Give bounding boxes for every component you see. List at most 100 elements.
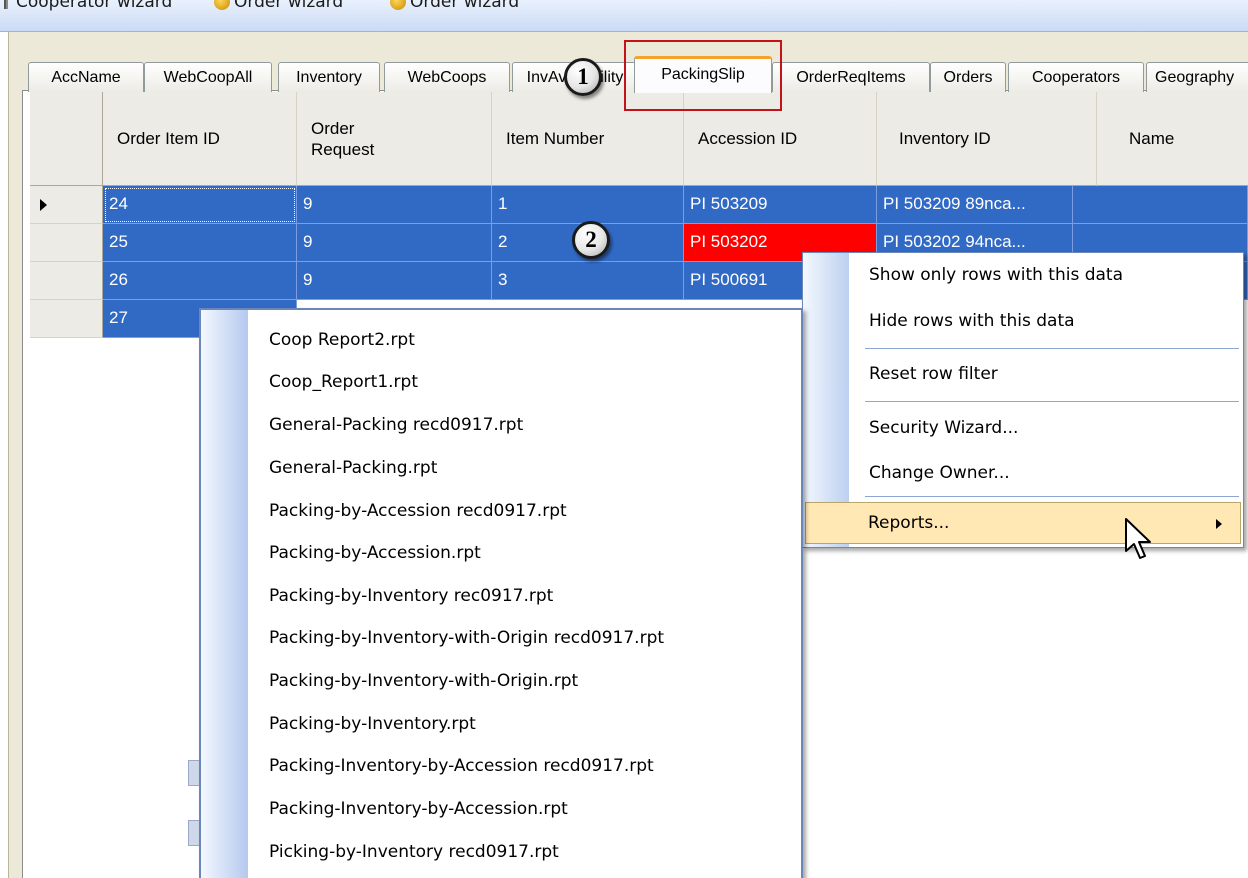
report-item[interactable]: Packing-by-Inventory-with-Origin.rpt (201, 661, 801, 703)
tab-label: WebCoopAll (163, 69, 253, 86)
document-icon (4, 0, 8, 9)
column-header-label: Item Number (506, 129, 605, 148)
table-row[interactable]: 24 9 1 PI 503209 PI 503209 89nca... (30, 186, 1248, 224)
tab-label: Geography (1155, 69, 1235, 86)
cooperator-wizard-label: Cooperator wizard (16, 0, 173, 12)
report-item[interactable]: Packing-Inventory-by-Accession recd0917.… (201, 746, 801, 788)
report-item[interactable]: Packing-by-Accession recd0917.rpt (201, 491, 801, 533)
menu-item-reset-row-filter[interactable]: Reset row filter (803, 354, 1243, 396)
column-header-name[interactable]: Name (1097, 92, 1248, 186)
tab-webcoops[interactable]: WebCoops (384, 62, 510, 92)
column-header-order-item-id[interactable]: Order Item ID (103, 92, 297, 186)
report-item-label: Coop_Report1.rpt (269, 372, 418, 392)
order-wizard-button-1[interactable]: Order wizard (214, 0, 343, 12)
order-wizard-label: Order wizard (234, 0, 344, 12)
grid-cell[interactable]: 9 (297, 224, 492, 262)
menu-item-label: Show only rows with this data (869, 265, 1124, 285)
menu-item-change-owner[interactable]: Change Owner... (803, 453, 1243, 495)
menu-item-label: Change Owner... (869, 463, 1010, 483)
menu-separator (865, 496, 1239, 497)
grid-cell[interactable]: 9 (297, 186, 492, 224)
current-row-arrow-icon (40, 199, 47, 211)
menu-item-reports[interactable]: Reports... (805, 502, 1241, 544)
tab-orderreqitems[interactable]: OrderReqItems (772, 62, 930, 92)
menu-item-show-only-rows[interactable]: Show only rows with this data (803, 255, 1243, 297)
submenu-arrow-icon (1216, 519, 1222, 529)
column-header-order-request[interactable]: Order Request (297, 92, 492, 186)
toolbar: Cooperator wizard Order wizard Order wiz… (0, 0, 1248, 32)
report-item[interactable]: General-Packing recd0917.rpt (201, 405, 801, 447)
menu-item-hide-rows[interactable]: Hide rows with this data (803, 301, 1243, 343)
reports-submenu: Coop Report2.rpt Coop_Report1.rpt Genera… (199, 308, 803, 878)
tab-label: OrderReqItems (796, 69, 906, 86)
report-item[interactable]: Packing-by-Inventory rec0917.rpt (201, 576, 801, 618)
tab-webcoopall[interactable]: WebCoopAll (144, 62, 272, 92)
report-item-label: Coop Report2.rpt (269, 330, 415, 350)
column-header-label: Accession ID (698, 129, 798, 148)
column-header-inventory-id[interactable]: Inventory ID (877, 92, 1097, 186)
report-item-label: General-Packing.rpt (269, 458, 438, 478)
report-item[interactable]: Packing-by-Inventory.rpt (201, 704, 801, 746)
menu-separator (865, 401, 1239, 402)
tab-label: Orders (943, 69, 993, 86)
callout-highlight-box (624, 40, 782, 111)
report-item-label: Picking-by-Inventory recd0917.rpt (269, 842, 559, 862)
report-item-label: Packing-by-Inventory-with-Origin recd091… (269, 628, 665, 648)
report-item-label: General-Packing recd0917.rpt (269, 415, 524, 435)
menu-item-label: Reset row filter (869, 364, 998, 384)
wizard-icon (214, 0, 230, 10)
row-header[interactable] (30, 186, 103, 224)
mouse-pointer-icon (1125, 518, 1151, 559)
order-wizard-label: Order wizard (410, 0, 520, 12)
order-wizard-button-2[interactable]: Order wizard (390, 0, 519, 12)
report-item[interactable]: Coop_Report1.rpt (201, 362, 801, 404)
grid-cell[interactable]: 9 (297, 262, 492, 300)
column-header-label: Inventory ID (899, 129, 991, 148)
tab-inventory[interactable]: Inventory (278, 62, 380, 92)
menu-separator (865, 348, 1239, 349)
report-item-label: Packing-by-Accession recd0917.rpt (269, 501, 567, 521)
tab-label: AccName (51, 69, 121, 86)
report-item-label: Packing-by-Inventory rec0917.rpt (269, 586, 554, 606)
report-item[interactable]: Packing-by-Accession.rpt (201, 533, 801, 575)
report-item-label: Packing-by-Inventory.rpt (269, 714, 476, 734)
report-item[interactable]: Picking-by-Inventory recd0917.rpt (201, 832, 801, 874)
tab-label: Cooperators (1031, 69, 1121, 86)
grid-cell[interactable]: PI 503209 89nca... (877, 186, 1073, 224)
tab-orders[interactable]: Orders (930, 62, 1006, 92)
report-item-label: Packing-by-Accession.rpt (269, 543, 481, 563)
tab-label: WebCoops (407, 69, 487, 86)
menu-item-label: Hide rows with this data (869, 311, 1075, 331)
report-item[interactable]: Packing-by-Inventory-with-Origin recd091… (201, 618, 801, 660)
grid-cell[interactable]: 1 (492, 186, 684, 224)
tab-cooperators[interactable]: Cooperators (1008, 62, 1144, 92)
context-menu: Show only rows with this data Hide rows … (802, 252, 1244, 548)
column-header-label: Order Request (311, 118, 375, 159)
tab-accname[interactable]: AccName (28, 62, 144, 92)
report-item[interactable]: Coop Report2.rpt (201, 320, 801, 362)
menu-item-label: Reports... (868, 513, 950, 533)
callout-1: 1 (564, 58, 602, 96)
column-header-label: Order Item ID (117, 129, 220, 148)
grid-cell[interactable]: 25 (103, 224, 297, 262)
grid-cell[interactable]: PI 503209 (684, 186, 877, 224)
tab-label: Inventory (296, 69, 362, 86)
grid-cell[interactable]: 26 (103, 262, 297, 300)
report-item-label: Packing-Inventory-by-Accession recd0917.… (269, 756, 654, 776)
row-header[interactable] (30, 262, 103, 300)
column-header-label: Name (1129, 129, 1175, 148)
report-item-label: Packing-Inventory-by-Accession.rpt (269, 799, 568, 819)
tab-geography[interactable]: Geography (1146, 62, 1248, 92)
grid-cell[interactable]: 24 (103, 186, 297, 224)
callout-2: 2 (572, 221, 610, 259)
row-header[interactable] (30, 300, 103, 338)
grid-cell[interactable] (1073, 186, 1248, 224)
report-item[interactable]: General-Packing.rpt (201, 448, 801, 490)
menu-item-label: Security Wizard... (869, 418, 1019, 438)
corner-header (30, 92, 103, 186)
grid-cell[interactable]: 3 (492, 262, 684, 300)
menu-item-security-wizard[interactable]: Security Wizard... (803, 408, 1243, 450)
report-item[interactable]: Packing-Inventory-by-Accession.rpt (201, 789, 801, 831)
cooperator-wizard-button[interactable]: Cooperator wizard (4, 0, 172, 12)
row-header[interactable] (30, 224, 103, 262)
